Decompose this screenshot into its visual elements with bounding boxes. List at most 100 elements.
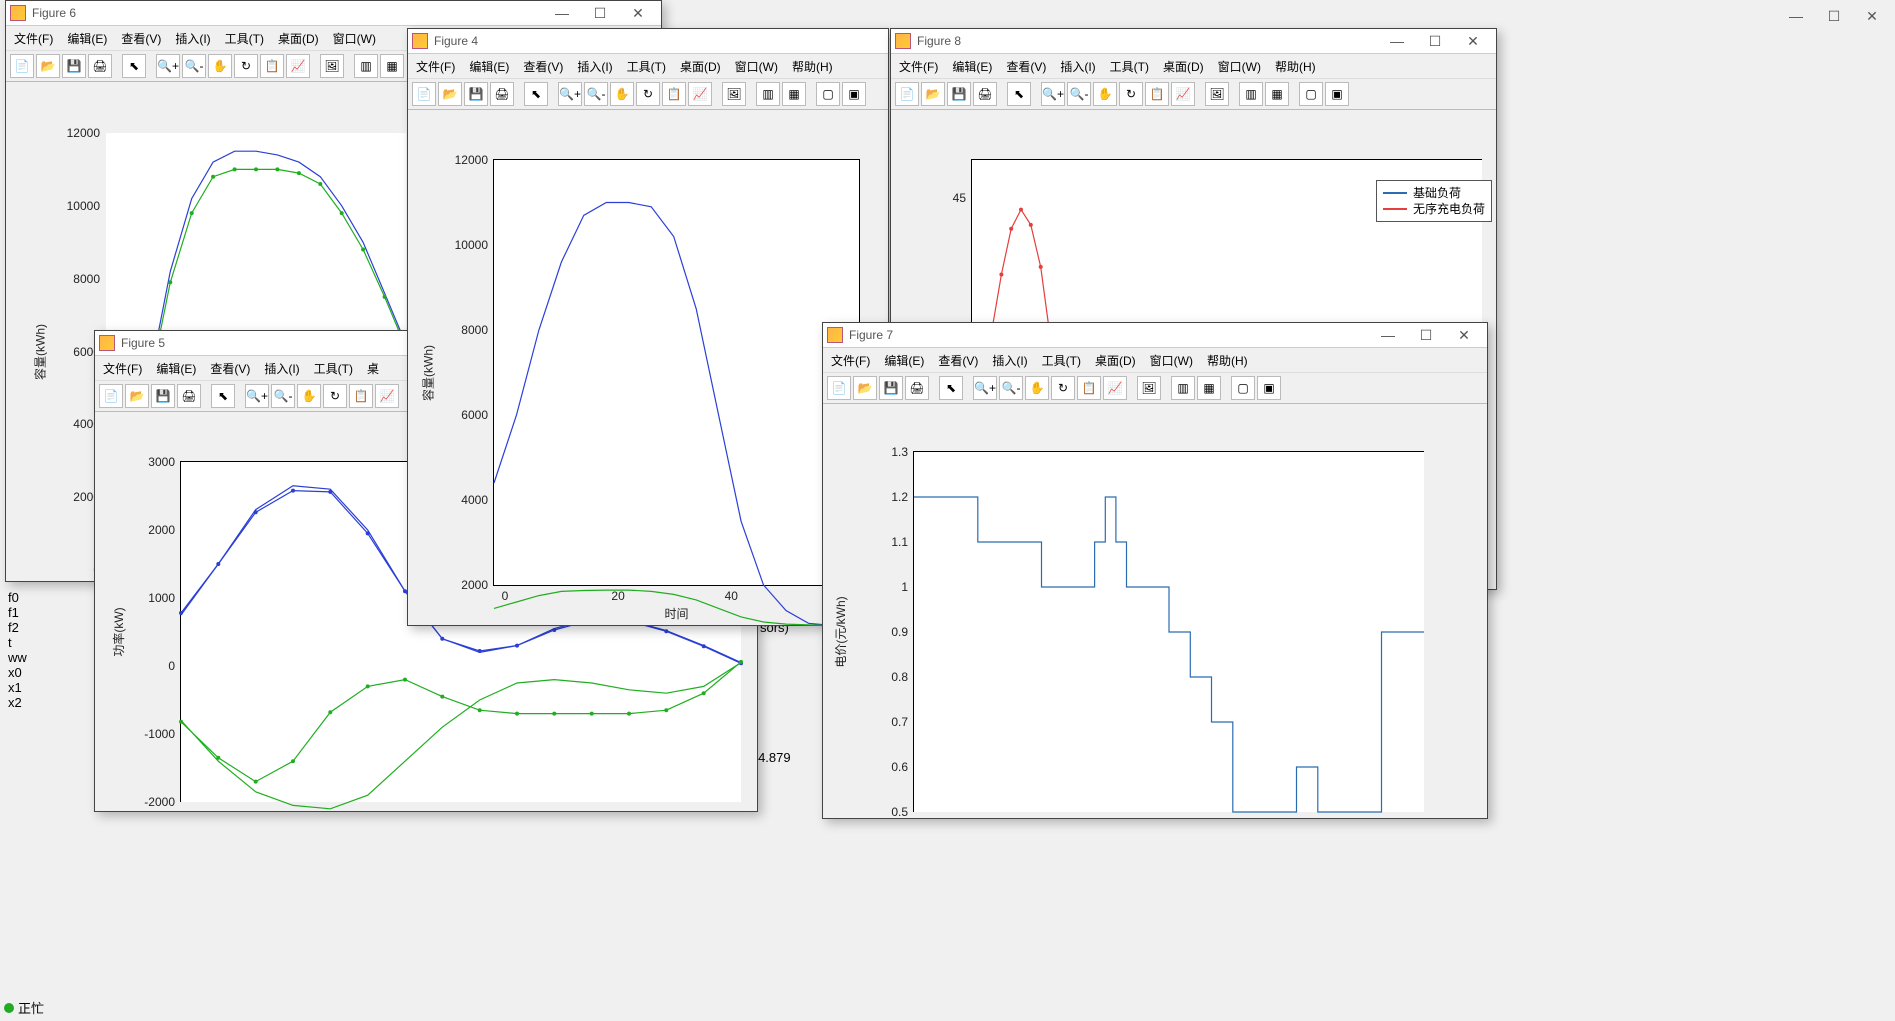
toolbar-button[interactable]: ✋	[610, 82, 634, 106]
toolbar-button[interactable]: ⬉	[939, 376, 963, 400]
toolbar-button[interactable]: 🖼	[320, 54, 344, 78]
toolbar-button[interactable]: ⬉	[1007, 82, 1031, 106]
toolbar-button[interactable]: ▢	[816, 82, 840, 106]
menu-file[interactable]: 文件(F)	[103, 360, 142, 377]
menu-view[interactable]: 查看(V)	[121, 30, 161, 47]
fig4-axes[interactable]: 2000 4000 6000 8000 10000 12000 0 20 40 …	[493, 159, 860, 586]
toolbar-button[interactable]: ▦	[1265, 82, 1289, 106]
toolbar-button[interactable]: 🔍+	[973, 376, 997, 400]
menu-edit[interactable]: 编辑(E)	[469, 58, 509, 75]
toolbar-button[interactable]: ▥	[354, 54, 378, 78]
fig6-max-button[interactable]: ☐	[581, 1, 619, 25]
toolbar-button[interactable]: ⬉	[122, 54, 146, 78]
fig6-min-button[interactable]: —	[543, 1, 581, 25]
main-min-button[interactable]: —	[1777, 4, 1815, 28]
menu-view[interactable]: 查看(V)	[938, 352, 978, 369]
toolbar-button[interactable]: ▥	[756, 82, 780, 106]
fig7-close-button[interactable]: ✕	[1445, 323, 1483, 347]
main-close-button[interactable]: ✕	[1853, 4, 1891, 28]
menu-file[interactable]: 文件(F)	[14, 30, 53, 47]
menu-insert[interactable]: 插入(I)	[1060, 58, 1095, 75]
toolbar-button[interactable]: 📋	[1145, 82, 1169, 106]
toolbar-button[interactable]: 💾	[464, 82, 488, 106]
toolbar-button[interactable]: 🔍-	[271, 384, 295, 408]
toolbar-button[interactable]: ↻	[323, 384, 347, 408]
menu-desktop[interactable]: 桌面(D)	[278, 30, 319, 47]
toolbar-button[interactable]: 🖨	[905, 376, 929, 400]
toolbar-button[interactable]: 🖨	[177, 384, 201, 408]
toolbar-button[interactable]: 📂	[36, 54, 60, 78]
toolbar-button[interactable]: ▦	[380, 54, 404, 78]
toolbar-button[interactable]: ✋	[208, 54, 232, 78]
menu-view[interactable]: 查看(V)	[1006, 58, 1046, 75]
fig7-min-button[interactable]: —	[1369, 323, 1407, 347]
toolbar-button[interactable]: ✋	[1025, 376, 1049, 400]
toolbar-button[interactable]: 🔍+	[156, 54, 180, 78]
menu-help[interactable]: 帮助(H)	[1275, 58, 1316, 75]
toolbar-button[interactable]: ⬉	[524, 82, 548, 106]
toolbar-button[interactable]: ↻	[1051, 376, 1075, 400]
fig6-close-button[interactable]: ✕	[619, 1, 657, 25]
toolbar-button[interactable]: 📋	[349, 384, 373, 408]
toolbar-button[interactable]: ▢	[1231, 376, 1255, 400]
menu-file[interactable]: 文件(F)	[416, 58, 455, 75]
toolbar-button[interactable]: ▣	[1325, 82, 1349, 106]
toolbar-button[interactable]: 📋	[662, 82, 686, 106]
menu-edit[interactable]: 编辑(E)	[156, 360, 196, 377]
var-f0[interactable]: f0	[8, 590, 27, 605]
toolbar-button[interactable]: 📈	[286, 54, 310, 78]
toolbar-button[interactable]: 📋	[1077, 376, 1101, 400]
menu-file[interactable]: 文件(F)	[899, 58, 938, 75]
menu-insert[interactable]: 插入(I)	[577, 58, 612, 75]
menu-insert[interactable]: 插入(I)	[992, 352, 1027, 369]
toolbar-button[interactable]: 🔍-	[999, 376, 1023, 400]
toolbar-button[interactable]: 💾	[151, 384, 175, 408]
toolbar-button[interactable]: 📂	[853, 376, 877, 400]
toolbar-button[interactable]: ▦	[1197, 376, 1221, 400]
toolbar-button[interactable]: 📄	[10, 54, 34, 78]
var-t[interactable]: t	[8, 635, 27, 650]
toolbar-button[interactable]: 💾	[879, 376, 903, 400]
toolbar-button[interactable]: 🖼	[1137, 376, 1161, 400]
toolbar-button[interactable]: 💾	[947, 82, 971, 106]
var-ww[interactable]: ww	[8, 650, 27, 665]
toolbar-button[interactable]: 📈	[375, 384, 399, 408]
toolbar-button[interactable]: 🔍+	[1041, 82, 1065, 106]
var-x1[interactable]: x1	[8, 680, 27, 695]
toolbar-button[interactable]: 📈	[688, 82, 712, 106]
toolbar-button[interactable]: 🔍-	[584, 82, 608, 106]
toolbar-button[interactable]: 🔍+	[558, 82, 582, 106]
toolbar-button[interactable]: 🖨	[490, 82, 514, 106]
toolbar-button[interactable]: 🖨	[88, 54, 112, 78]
toolbar-button[interactable]: ▣	[1257, 376, 1281, 400]
fig8-min-button[interactable]: —	[1378, 29, 1416, 53]
menu-view[interactable]: 查看(V)	[523, 58, 563, 75]
menu-file[interactable]: 文件(F)	[831, 352, 870, 369]
toolbar-button[interactable]: 📄	[99, 384, 123, 408]
toolbar-button[interactable]: 🔍+	[245, 384, 269, 408]
toolbar-button[interactable]: 📂	[921, 82, 945, 106]
menu-tools[interactable]: 工具(T)	[1110, 58, 1149, 75]
menu-insert[interactable]: 插入(I)	[264, 360, 299, 377]
toolbar-button[interactable]: 🔍-	[182, 54, 206, 78]
menu-insert[interactable]: 插入(I)	[175, 30, 210, 47]
toolbar-button[interactable]: ⬉	[211, 384, 235, 408]
figure7-titlebar[interactable]: Figure 7 — ☐ ✕	[823, 323, 1487, 348]
menu-desktop[interactable]: 桌面(D)	[1163, 58, 1204, 75]
var-f2[interactable]: f2	[8, 620, 27, 635]
toolbar-button[interactable]: 📈	[1103, 376, 1127, 400]
toolbar-button[interactable]: 🔍-	[1067, 82, 1091, 106]
toolbar-button[interactable]: ↻	[1119, 82, 1143, 106]
toolbar-button[interactable]: ▦	[782, 82, 806, 106]
menu-tools[interactable]: 工具(T)	[225, 30, 264, 47]
menu-window[interactable]: 窗口(W)	[735, 58, 778, 75]
toolbar-button[interactable]: 📂	[438, 82, 462, 106]
menu-edit[interactable]: 编辑(E)	[67, 30, 107, 47]
fig8-close-button[interactable]: ✕	[1454, 29, 1492, 53]
figure6-titlebar[interactable]: Figure 6 — ☐ ✕	[6, 1, 661, 26]
figure4-window[interactable]: Figure 4 文件(F) 编辑(E) 查看(V) 插入(I) 工具(T) 桌…	[407, 28, 889, 626]
toolbar-button[interactable]: 💾	[62, 54, 86, 78]
toolbar-button[interactable]: 📋	[260, 54, 284, 78]
toolbar-button[interactable]: ▢	[1299, 82, 1323, 106]
toolbar-button[interactable]: 📄	[412, 82, 436, 106]
